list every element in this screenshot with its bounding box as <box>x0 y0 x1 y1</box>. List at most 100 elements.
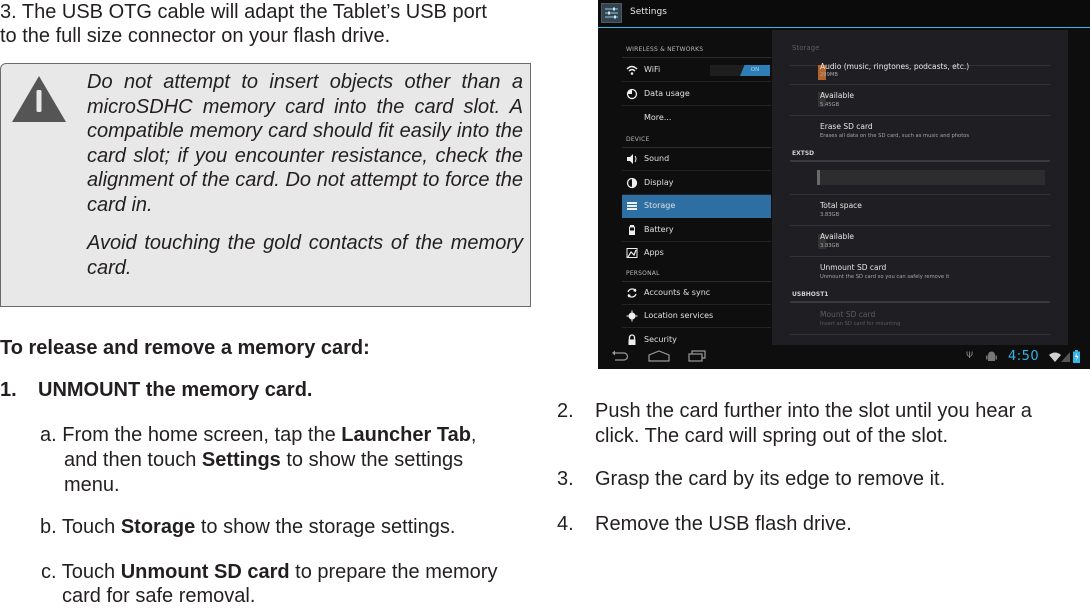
step-4-number: 4. <box>557 513 574 535</box>
menu-item-label: Data usage <box>644 89 690 98</box>
apps-icon <box>626 247 638 259</box>
substep-a-text: a. From the home screen, tap the <box>40 424 342 446</box>
warning-triangle-icon <box>12 76 66 122</box>
battery-icon <box>626 224 638 236</box>
lock-icon <box>626 334 638 346</box>
extsd-total-space: Total space 3.83GB <box>790 195 1050 225</box>
intro-line-2: to the full size connector on your flash… <box>0 25 391 47</box>
home-icon[interactable] <box>648 350 670 362</box>
substep-b-text: b. Touch <box>40 516 121 538</box>
recent-apps-icon[interactable] <box>688 350 706 362</box>
menu-item-data-usage[interactable]: Data usage <box>622 83 771 106</box>
sound-icon <box>626 153 638 165</box>
step-2-line-2: click. The card will spring out of the s… <box>595 425 949 447</box>
menu-item-apps[interactable]: Apps <box>622 242 771 265</box>
menu-item-label: More... <box>644 113 672 122</box>
divider <box>622 57 771 58</box>
substep-b: b. Touch Storage to show the storage set… <box>40 515 455 539</box>
settings-headers-pane: WIRELESS & NETWORKS WiFi ON Data usage M… <box>598 28 771 346</box>
section-header-extsd: EXTSD <box>792 150 815 157</box>
data-usage-icon <box>626 88 638 100</box>
location-icon <box>626 310 638 322</box>
row-subtitle: 299MB <box>820 72 838 78</box>
android-debug-icon <box>986 351 997 361</box>
app-title: Settings <box>630 7 667 17</box>
storage-detail-pane: Storage Audio (music, ringtones, podcast… <box>772 30 1068 345</box>
menu-item-location-services[interactable]: Location services <box>622 305 771 328</box>
battery-status-icon <box>1073 350 1080 363</box>
menu-item-label: Battery <box>644 225 674 234</box>
row-title: Erase SD card <box>820 122 873 131</box>
step-2-line-1: Push the card further into the slot unti… <box>595 400 1032 422</box>
substep-c-line-1: c. Touch Unmount SD card to prepare the … <box>41 560 497 584</box>
extsd-available: Available 3.83GB <box>790 226 1050 256</box>
step-3-text: Grasp the card by its edge to remove it. <box>595 468 946 490</box>
substep-a-line-3: menu. <box>64 474 120 496</box>
section-heading: To release and remove a memory card: <box>0 337 370 359</box>
settings-term: Settings <box>201 449 281 471</box>
menu-item-display[interactable]: Display <box>622 172 771 195</box>
step-1-number: 1. <box>0 379 17 401</box>
menu-item-wifi[interactable]: WiFi ON <box>622 59 771 82</box>
pane-title: Storage <box>792 44 820 52</box>
substep-c-text-2: to prepare the memory <box>289 561 498 583</box>
menu-item-accounts-sync[interactable]: Accounts & sync <box>622 282 771 305</box>
divider <box>790 334 1050 335</box>
wifi-signal-icon <box>1049 352 1061 362</box>
wifi-toggle[interactable]: ON <box>710 65 770 76</box>
sync-icon <box>626 287 638 299</box>
substep-a-text-3: to show the settings <box>280 449 464 471</box>
menu-item-label: Location services <box>644 311 714 320</box>
substep-a-text-2: and then touch <box>64 449 202 471</box>
row-title: Audio (music, ringtones, podcasts, etc.) <box>820 62 970 71</box>
substep-a-line-1: a. From the home screen, tap the Launche… <box>40 423 476 447</box>
tablet-screenshot: Settings WIRELESS & NETWORKS WiFi ON Dat… <box>598 0 1090 369</box>
display-icon <box>626 177 638 189</box>
substep-c-text: c. Touch <box>41 561 121 583</box>
menu-item-label: Storage <box>644 201 676 210</box>
divider <box>790 160 1050 162</box>
substep-b-text-2: to show the storage settings. <box>195 516 456 538</box>
row-subtitle: 5.45GB <box>820 102 840 108</box>
menu-item-more[interactable]: More... <box>622 107 771 130</box>
warning-paragraph-2: Avoid touching the gold contacts of the … <box>87 232 523 279</box>
warning-paragraph-1: Do not attempt to insert objects other t… <box>87 71 523 216</box>
settings-app-icon[interactable] <box>601 3 622 23</box>
storage-row-available[interactable]: Available 5.45GB <box>790 85 1050 115</box>
erase-sd-card[interactable]: Erase SD card Erases all data on the SD … <box>790 116 1050 146</box>
menu-item-storage[interactable]: Storage <box>622 195 771 218</box>
menu-item-label: Sound <box>644 154 670 163</box>
menu-item-label: Security <box>644 335 677 344</box>
substep-a-line-2: and then touch Settings to show the sett… <box>64 448 463 472</box>
launcher-tab-term: Launcher Tab <box>341 424 471 446</box>
storage-row-audio[interactable]: Audio (music, ringtones, podcasts, etc.)… <box>790 60 1050 84</box>
storage-term: Storage <box>120 516 196 538</box>
section-header-device: DEVICE <box>626 136 650 143</box>
row-title: Mount SD card <box>820 310 876 319</box>
row-subtitle: Erases all data on the SD card, such as … <box>820 133 970 139</box>
extsd-usage-bar <box>817 170 1045 185</box>
row-subtitle: Insert an SD card for mounting <box>820 321 901 327</box>
divider <box>790 301 1050 303</box>
cell-signal-icon <box>1061 352 1070 362</box>
intro-line-1: 3. The USB OTG cable will adapt the Tabl… <box>0 1 487 23</box>
substep-a-punct: , <box>470 424 477 446</box>
usage-fill <box>817 170 820 185</box>
step-3-number: 3. <box>557 468 574 490</box>
menu-item-label: Apps <box>644 248 664 257</box>
row-subtitle: 3.83GB <box>820 212 840 218</box>
menu-item-battery[interactable]: Battery <box>622 219 771 242</box>
section-header-wireless: WIRELESS & NETWORKS <box>626 46 704 53</box>
usb-icon: Ψ <box>966 351 974 361</box>
substep-c-line-2: card for safe removal. <box>62 585 256 607</box>
row-title: Available <box>820 91 854 100</box>
row-title: Unmount SD card <box>820 263 887 272</box>
unmount-sd-term: Unmount SD card <box>120 561 290 583</box>
back-icon[interactable] <box>611 350 629 362</box>
wifi-icon <box>626 64 638 76</box>
toggle-on-label: ON <box>740 65 770 76</box>
unmount-sd-card[interactable]: Unmount SD card Unmount the SD card so y… <box>790 257 1050 287</box>
system-bar: Ψ 4:50 <box>598 346 1090 369</box>
row-title: Available <box>820 232 854 241</box>
menu-item-sound[interactable]: Sound <box>622 148 771 171</box>
